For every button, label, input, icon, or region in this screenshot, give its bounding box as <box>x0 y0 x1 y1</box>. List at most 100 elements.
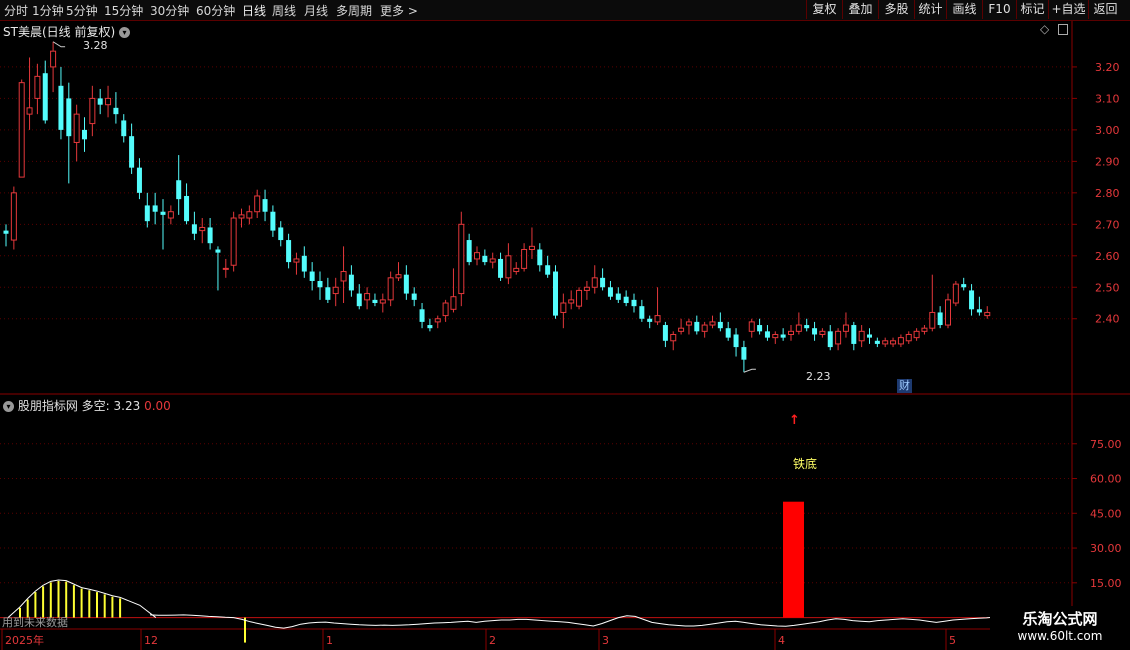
candle-body <box>897 337 904 345</box>
candle-body <box>293 258 300 263</box>
candle-body <box>890 340 897 345</box>
tf-daily[interactable]: 日线 <box>242 2 266 19</box>
date-label: 4 <box>778 634 785 647</box>
stats-button[interactable]: 统计 <box>914 0 946 19</box>
candle-body <box>984 311 991 317</box>
diamond-icon[interactable]: ◇ <box>1040 22 1049 36</box>
candle-body <box>184 195 190 222</box>
candle-body <box>647 318 653 322</box>
candle-body <box>858 330 865 342</box>
candle-body <box>3 230 9 234</box>
candle-body <box>113 107 119 115</box>
candle-body <box>851 325 857 344</box>
tf-multi[interactable]: 多周期 <box>336 2 372 19</box>
add-watchlist-button[interactable]: +自选 <box>1048 0 1088 19</box>
candle-body <box>199 226 206 232</box>
date-label: 2025年 <box>5 633 44 647</box>
candle-body <box>639 306 645 319</box>
candle-body <box>317 280 323 288</box>
tf-15min[interactable]: 15分钟 <box>104 2 143 19</box>
candle-body <box>489 258 496 263</box>
candle-body <box>434 318 441 323</box>
low-price-label: 2.23 <box>806 370 831 383</box>
candle-body <box>301 255 307 272</box>
future-data-note: 用到未来数据 <box>2 616 68 629</box>
candle-body <box>741 347 747 360</box>
candle-body <box>286 240 292 263</box>
fuquan-button[interactable]: 复权 <box>806 0 842 19</box>
candle-body <box>945 299 951 326</box>
date-label: 3 <box>602 634 609 647</box>
candle-body <box>795 324 802 332</box>
indicator-axis: 75.00 60.00 45.00 30.00 15.00 <box>1072 438 1122 590</box>
finance-badge[interactable]: 财 <box>897 379 912 393</box>
top-toolbar: 复权 叠加 多股 统计 画线 F10 标记 +自选 返回 分时 1分钟 5分钟 15分… <box>0 0 1130 21</box>
price-tick-label: 3.20 <box>1095 61 1120 74</box>
candle-body <box>442 302 449 317</box>
candle-body <box>521 248 528 269</box>
candle-body <box>874 340 880 344</box>
candle-body <box>427 325 433 329</box>
candle-body <box>961 284 967 288</box>
mark-button[interactable]: 标记 <box>1016 0 1048 19</box>
candle-body <box>129 136 135 168</box>
window-toggle-icon[interactable] <box>1058 24 1068 35</box>
candle-body <box>144 205 150 222</box>
candlestick-series <box>3 41 991 373</box>
candle-body <box>26 107 33 115</box>
candle-body <box>560 302 567 313</box>
candle-body <box>466 240 472 263</box>
indicator-tick-label: 75.00 <box>1090 438 1122 451</box>
indicator-tick-label: 60.00 <box>1090 473 1122 486</box>
candle-body <box>528 245 535 250</box>
overlay-button[interactable]: 叠加 <box>842 0 878 19</box>
candle-body <box>631 299 637 307</box>
candle-body <box>364 293 371 301</box>
date-label: 1 <box>326 634 333 647</box>
candle-body <box>937 312 943 326</box>
kline-chart[interactable]: 3.20 3.10 3.00 2.90 2.80 2.70 2.60 2.50 2.40 75.… <box>0 21 1130 650</box>
multi-stock-button[interactable]: 多股 <box>878 0 914 19</box>
candle-body <box>952 283 959 304</box>
candle-body <box>66 98 72 137</box>
candle-body <box>568 299 575 304</box>
price-tick-label: 2.90 <box>1095 155 1120 168</box>
candle-body <box>270 211 276 231</box>
indicator-name: 股朋指标网 <box>17 399 78 413</box>
candle-body <box>913 330 920 339</box>
candle-body <box>105 97 112 106</box>
f10-button[interactable]: F10 <box>982 0 1016 19</box>
tf-60min[interactable]: 60分钟 <box>196 2 235 19</box>
high-price-label: 3.28 <box>83 39 108 52</box>
tf-fenshi[interactable]: 分时 <box>4 2 28 19</box>
candle-body <box>905 333 912 342</box>
candle-body <box>10 192 17 241</box>
tf-5min[interactable]: 5分钟 <box>66 2 98 19</box>
candle-body <box>97 98 103 105</box>
tf-monthly[interactable]: 月线 <box>304 2 328 19</box>
candle-body <box>788 330 794 335</box>
candle-body <box>583 286 590 291</box>
candle-body <box>662 325 668 341</box>
draw-button[interactable]: 画线 <box>946 0 982 19</box>
candle-body <box>332 286 339 295</box>
candle-body <box>474 252 480 260</box>
candle-body <box>222 267 229 270</box>
candle-body <box>458 223 465 295</box>
candle-body <box>379 299 386 304</box>
candle-body <box>537 249 543 266</box>
tf-weekly[interactable]: 周线 <box>272 2 296 19</box>
candle-body <box>340 271 347 282</box>
candle-body <box>757 325 763 332</box>
back-button[interactable]: 返回 <box>1088 0 1122 19</box>
tf-30min[interactable]: 30分钟 <box>150 2 189 19</box>
tf-1min[interactable]: 1分钟 <box>32 2 64 19</box>
chevron-down-icon[interactable]: ▾ <box>3 401 14 412</box>
chevron-down-icon[interactable]: ▾ <box>118 27 130 38</box>
indicator-tick-label: 45.00 <box>1090 507 1122 520</box>
price-tick-label: 2.60 <box>1095 250 1120 263</box>
high-marker-line <box>52 41 66 48</box>
candle-body <box>701 324 708 332</box>
indicator-value-2: 0.00 <box>144 399 171 413</box>
tf-more[interactable]: 更多 > <box>380 2 418 19</box>
